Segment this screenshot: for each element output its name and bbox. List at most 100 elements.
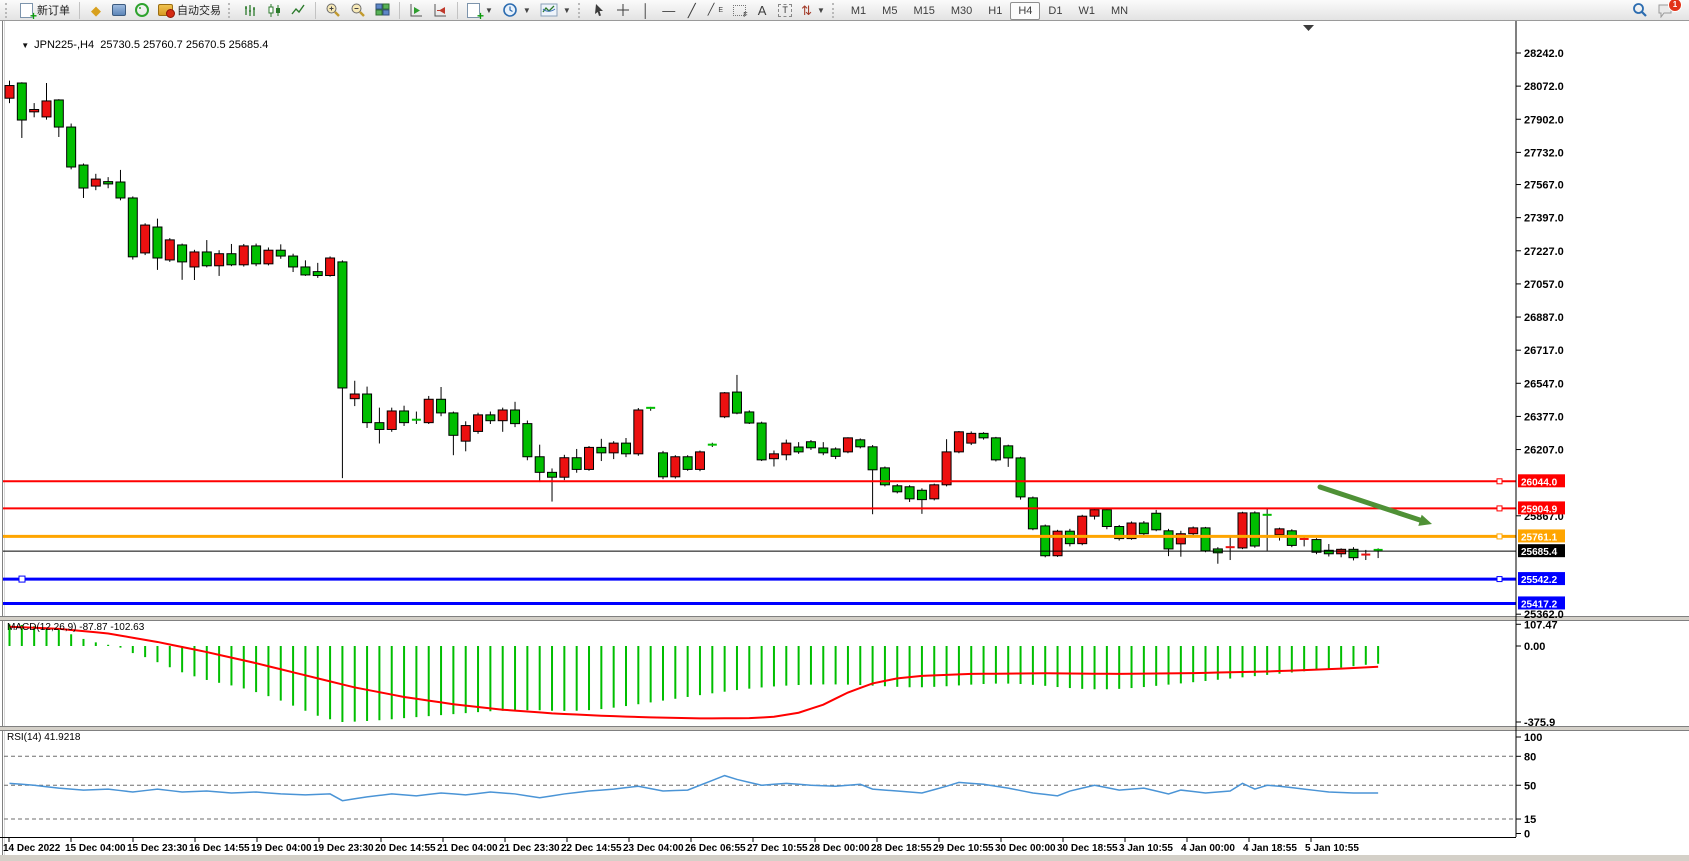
chevron-down-icon: ▼ bbox=[523, 6, 531, 15]
new-order-button[interactable]: + 新订单 bbox=[16, 1, 74, 20]
zoom-out-button[interactable] bbox=[346, 1, 370, 20]
toolbar-grip[interactable] bbox=[832, 3, 838, 18]
data-window-button[interactable] bbox=[108, 1, 130, 20]
timeframe-button-M30[interactable]: M30 bbox=[943, 2, 980, 20]
chart-shift-button[interactable] bbox=[429, 1, 452, 20]
search-button[interactable] bbox=[1628, 1, 1652, 20]
svg-text:28242.0: 28242.0 bbox=[1524, 48, 1564, 60]
svg-text:-375.9: -375.9 bbox=[1524, 717, 1555, 729]
candle bbox=[967, 431, 976, 445]
text-tool-button[interactable]: A bbox=[751, 1, 773, 20]
text-label-tool-button[interactable]: T bbox=[774, 1, 796, 20]
timeframe-button-M15[interactable]: M15 bbox=[905, 2, 942, 20]
hline-handle[interactable] bbox=[1497, 577, 1502, 582]
candle bbox=[634, 408, 643, 456]
crosshair-tool-button[interactable] bbox=[612, 1, 634, 20]
fibonacci-tool-button[interactable]: F bbox=[728, 1, 750, 20]
candle bbox=[141, 223, 150, 255]
candle bbox=[1078, 515, 1087, 545]
candle bbox=[1152, 510, 1161, 531]
candle bbox=[745, 410, 754, 424]
candle bbox=[1102, 508, 1111, 529]
timeframe-button-MN[interactable]: MN bbox=[1103, 2, 1136, 20]
notifications-button[interactable]: 1 bbox=[1653, 1, 1678, 20]
svg-text:26717.0: 26717.0 bbox=[1524, 345, 1564, 357]
candle bbox=[1189, 527, 1198, 536]
horizontal-line-tool-button[interactable]: — bbox=[658, 1, 680, 20]
zoom-in-button[interactable] bbox=[321, 1, 345, 20]
svg-text:107.47: 107.47 bbox=[1524, 619, 1558, 631]
toolbar-separator bbox=[399, 2, 400, 19]
chart-ohlc-values: 25730.5 25760.7 25670.5 25685.4 bbox=[100, 39, 268, 51]
trendline-tool-button[interactable]: ╱ bbox=[681, 1, 703, 20]
svg-text:26 Dec 06:55: 26 Dec 06:55 bbox=[685, 843, 746, 854]
new-order-label: 新订单 bbox=[37, 2, 70, 18]
chart-window[interactable]: 28242.028072.027902.027732.027567.027397… bbox=[0, 21, 1689, 861]
auto-scroll-icon bbox=[409, 3, 424, 17]
svg-text:28 Dec 18:55: 28 Dec 18:55 bbox=[871, 843, 932, 854]
indicators-icon bbox=[540, 3, 558, 17]
candle bbox=[264, 247, 273, 265]
chart-dropdown-icon[interactable]: ▼ bbox=[21, 41, 29, 50]
candlestick-mode-button[interactable] bbox=[263, 1, 286, 20]
timeframe-button-D1[interactable]: D1 bbox=[1040, 2, 1070, 20]
auto-scroll-button[interactable] bbox=[405, 1, 428, 20]
new-order-icon: + bbox=[20, 3, 33, 18]
tile-windows-button[interactable] bbox=[371, 1, 394, 20]
signal-icon bbox=[135, 3, 149, 17]
timeframe-button-M5[interactable]: M5 bbox=[874, 2, 905, 20]
timeframe-button-H4[interactable]: H4 bbox=[1010, 2, 1040, 20]
timeframe-button-M1[interactable]: M1 bbox=[843, 2, 874, 20]
candle bbox=[658, 451, 667, 479]
line-chart-mode-button[interactable] bbox=[287, 1, 310, 20]
candle bbox=[954, 431, 963, 453]
zoom-in-icon bbox=[325, 2, 341, 18]
candle bbox=[880, 466, 889, 486]
svg-text:27397.0: 27397.0 bbox=[1524, 213, 1564, 225]
candle bbox=[239, 244, 248, 267]
market-watch-button[interactable]: ◆ bbox=[85, 1, 107, 20]
crosshair-icon bbox=[616, 3, 630, 17]
candle bbox=[424, 396, 433, 424]
toolbar-grip[interactable] bbox=[5, 3, 11, 18]
toolbar-grip[interactable] bbox=[228, 3, 234, 18]
svg-text:25904.9: 25904.9 bbox=[1521, 504, 1558, 515]
bar-chart-mode-button[interactable] bbox=[239, 1, 262, 20]
candle bbox=[683, 455, 692, 471]
svg-text:26044.0: 26044.0 bbox=[1521, 477, 1558, 488]
vertical-line-tool-button[interactable]: │ bbox=[635, 1, 657, 20]
candle bbox=[1028, 497, 1037, 531]
arrows-tool-button[interactable]: ⇅ ▼ bbox=[797, 1, 829, 20]
hline-handle[interactable] bbox=[1497, 506, 1502, 511]
timeframe-button-W1[interactable]: W1 bbox=[1070, 2, 1103, 20]
hline-handle[interactable] bbox=[1497, 534, 1502, 539]
candle bbox=[843, 437, 852, 453]
notification-badge: 1 bbox=[1668, 0, 1682, 12]
channel-tool-button[interactable]: ╱E bbox=[704, 1, 727, 20]
timeframe-button-H1[interactable]: H1 bbox=[980, 2, 1010, 20]
candle bbox=[1016, 457, 1025, 500]
hline-handle[interactable] bbox=[19, 576, 25, 582]
candle bbox=[560, 455, 569, 480]
svg-text:21 Dec 23:30: 21 Dec 23:30 bbox=[499, 843, 560, 854]
period-clock-button[interactable]: ▼ bbox=[498, 1, 535, 20]
indicators-button[interactable]: ▼ bbox=[536, 1, 575, 20]
horizontal-line-icon: — bbox=[662, 4, 675, 17]
candle bbox=[128, 196, 137, 259]
signals-button[interactable] bbox=[131, 1, 153, 20]
new-chart-button[interactable]: + ▼ bbox=[463, 1, 497, 20]
svg-text:20 Dec 14:55: 20 Dec 14:55 bbox=[375, 843, 436, 854]
toolbar-grip[interactable] bbox=[578, 3, 584, 18]
text-icon: A bbox=[758, 4, 767, 17]
tile-windows-icon bbox=[375, 3, 390, 17]
svg-text:25761.1: 25761.1 bbox=[1521, 532, 1558, 543]
candlestick-icon bbox=[267, 3, 282, 18]
search-icon bbox=[1632, 2, 1648, 18]
auto-trading-button[interactable]: 自动交易 bbox=[154, 1, 225, 20]
cursor-tool-button[interactable] bbox=[589, 1, 611, 20]
hline-handle[interactable] bbox=[1497, 479, 1502, 484]
chart-canvas[interactable]: 28242.028072.027902.027732.027567.027397… bbox=[0, 21, 1689, 861]
market-watch-icon: ◆ bbox=[91, 4, 101, 17]
candle bbox=[991, 437, 1000, 462]
candle bbox=[757, 422, 766, 461]
